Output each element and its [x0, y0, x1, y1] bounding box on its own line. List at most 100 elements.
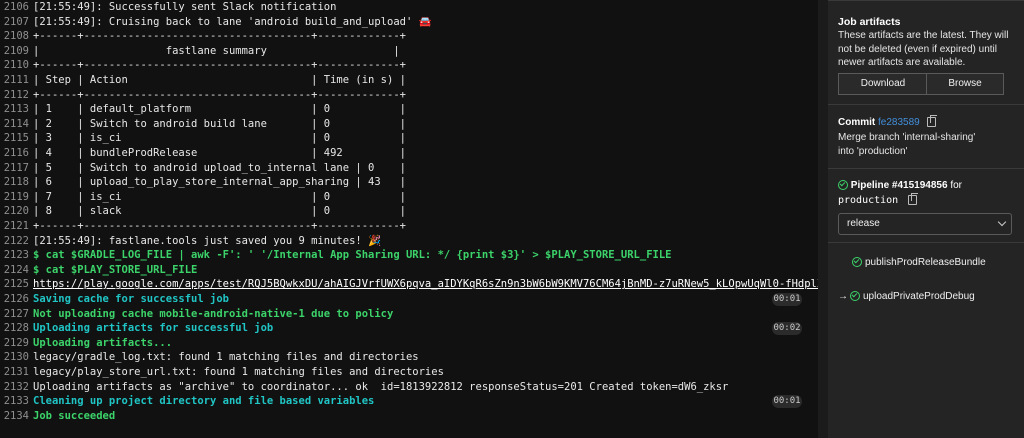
- log-line: 2116 | 4 | bundleProdRelease | 492 |: [0, 146, 818, 161]
- commit-sha-link[interactable]: fe283589: [878, 117, 920, 128]
- line-number[interactable]: 2106: [3, 0, 29, 15]
- line-number[interactable]: 2111: [3, 73, 29, 88]
- log-text: [21:55:49]: Successfully sent Slack noti…: [33, 1, 337, 13]
- log-command-text: $ cat $PLAY_STORE_URL_FILE: [33, 263, 198, 276]
- line-number[interactable]: 2131: [3, 365, 29, 380]
- line-number[interactable]: 2122: [3, 234, 29, 249]
- section-duration-badge: 00:02: [772, 322, 802, 336]
- pipeline-ref[interactable]: production: [838, 195, 898, 206]
- log-text: legacy/gradle_log.txt: found 1 matching …: [33, 351, 419, 364]
- line-number[interactable]: 2126: [3, 292, 29, 307]
- divider: [828, 168, 1024, 169]
- line-number[interactable]: 2133: [3, 394, 29, 409]
- section-duration-badge: 00:01: [772, 395, 802, 409]
- log-text: | Step | Action | Time (in s) |: [33, 74, 406, 86]
- log-line: 2125 https://play.google.com/apps/test/RQ…: [0, 277, 818, 292]
- line-number[interactable]: 2110: [3, 58, 29, 73]
- line-number[interactable]: 2119: [3, 190, 29, 205]
- panel-divider: [818, 0, 828, 438]
- job-name: publishProdReleaseBundle: [865, 257, 986, 268]
- arrow-right-icon: →: [838, 291, 848, 302]
- log-line: 2130 legacy/gradle_log.txt: found 1 match…: [0, 350, 818, 365]
- log-line: 2117 | 5 | Switch to android upload_to_in…: [0, 161, 818, 176]
- log-command-text: Job succeeded: [33, 409, 116, 422]
- line-number[interactable]: 2127: [3, 307, 29, 322]
- log-text: | 7 | is_ci | 0 |: [33, 190, 406, 203]
- log-section-header[interactable]: Cleaning up project directory and file b…: [33, 394, 374, 409]
- log-line: 2112 +------+----------------------------…: [0, 88, 818, 103]
- commit-heading: Commit fe283589: [838, 115, 937, 128]
- log-text: | 1 | default_platform | 0 |: [33, 103, 406, 116]
- browse-button[interactable]: Browse: [926, 73, 1004, 95]
- log-line: 2118 | 6 | upload_to_play_store_internal_…: [0, 175, 818, 190]
- log-line: 2127 Not uploading cache mobile-android-n…: [0, 307, 818, 322]
- job-log: 2106 [21:55:49]: Successfully sent Slack …: [0, 0, 818, 438]
- line-number[interactable]: 2107: [3, 15, 29, 30]
- log-text: [21:55:49]: Cruising back to lane 'andro…: [33, 15, 432, 28]
- log-line: 2134 Job succeeded: [0, 409, 818, 424]
- job-name: uploadPrivateProdDebug: [863, 291, 975, 302]
- pipeline-link[interactable]: Pipeline #415194856: [851, 180, 948, 191]
- log-line: 2109 | fastlane summary |: [0, 44, 818, 59]
- line-number[interactable]: 2130: [3, 350, 29, 365]
- log-section-header[interactable]: Uploading artifacts for successful job: [33, 321, 273, 336]
- line-number[interactable]: 2109: [3, 44, 29, 59]
- log-line: 2121 +------+----------------------------…: [0, 219, 818, 234]
- log-line: 2126 Saving cache for successful job 00:01: [0, 292, 818, 307]
- line-number[interactable]: 2134: [3, 409, 29, 424]
- section-duration-badge: 00:01: [772, 293, 802, 306]
- line-number[interactable]: 2128: [3, 321, 29, 336]
- commit-message: Merge branch 'internal-sharing' into 'pr…: [838, 132, 976, 157]
- download-button[interactable]: Download: [838, 73, 928, 95]
- line-number[interactable]: 2117: [3, 161, 29, 176]
- divider: [828, 0, 1024, 1]
- line-number[interactable]: 2120: [3, 204, 29, 219]
- log-url-link[interactable]: https://play.google.com/apps/test/RQJ5BQ…: [33, 277, 818, 292]
- line-number[interactable]: 2108: [3, 29, 29, 44]
- log-text: | 5 | Switch to android upload_to_intern…: [33, 161, 406, 174]
- check-circle-icon: [838, 180, 848, 191]
- line-number[interactable]: 2115: [3, 131, 29, 146]
- log-line: 2108 +------+----------------------------…: [0, 29, 818, 44]
- job-item[interactable]: publishProdReleaseBundle: [838, 255, 1024, 271]
- log-line: 2133 Cleaning up project directory and fi…: [0, 394, 818, 409]
- log-line: 2110 +------+----------------------------…: [0, 58, 818, 73]
- line-number[interactable]: 2123: [3, 248, 29, 263]
- log-line: 2129 Uploading artifacts...: [0, 336, 818, 351]
- stage-select[interactable]: release: [838, 213, 1012, 235]
- log-text: | 2 | Switch to android build lane | 0 |: [33, 117, 406, 130]
- job-sidebar: Job artifacts These artifacts are the la…: [828, 0, 1024, 438]
- line-number[interactable]: 2121: [3, 219, 29, 234]
- log-line: 2106 [21:55:49]: Successfully sent Slack …: [0, 0, 818, 15]
- log-line: 2123 $ cat $GRADLE_LOG_FILE | awk -F': ' …: [0, 248, 818, 263]
- divider: [828, 242, 1024, 243]
- line-number[interactable]: 2118: [3, 175, 29, 190]
- copy-icon[interactable]: [926, 115, 937, 128]
- line-number[interactable]: 2132: [3, 380, 29, 395]
- log-text: +------+--------------------------------…: [33, 59, 406, 72]
- divider: [828, 104, 1024, 105]
- line-number[interactable]: 2112: [3, 88, 29, 103]
- artifacts-title: Job artifacts: [838, 16, 901, 28]
- log-text: +------+--------------------------------…: [33, 88, 406, 101]
- line-number[interactable]: 2129: [3, 336, 29, 351]
- log-section-header[interactable]: Saving cache for successful job: [33, 292, 229, 307]
- log-command-text: Uploading artifacts...: [33, 336, 173, 349]
- line-number[interactable]: 2124: [3, 263, 29, 278]
- stage-select-value: release: [847, 218, 880, 229]
- line-number[interactable]: 2125: [3, 277, 29, 292]
- log-command-text: Not uploading cache mobile-android-nativ…: [33, 307, 394, 320]
- log-line: 2124 $ cat $PLAY_STORE_URL_FILE: [0, 263, 818, 278]
- copy-icon[interactable]: [908, 193, 919, 205]
- job-item-current[interactable]: → uploadPrivateProdDebug: [838, 289, 1018, 305]
- pipeline-for: for: [950, 180, 962, 191]
- log-line: 2107 [21:55:49]: Cruising back to lane 'a…: [0, 15, 818, 30]
- line-number[interactable]: 2114: [3, 117, 29, 132]
- log-text: legacy/play_store_url.txt: found 1 match…: [33, 366, 444, 378]
- line-number[interactable]: 2113: [3, 102, 29, 117]
- log-line: 2128 Uploading artifacts for successful j…: [0, 321, 818, 336]
- pipeline-heading: Pipeline #415194856 for: [838, 180, 962, 191]
- line-number[interactable]: 2116: [3, 146, 29, 161]
- log-text: +------+--------------------------------…: [33, 220, 406, 232]
- pipeline-ref-row: production: [838, 193, 919, 206]
